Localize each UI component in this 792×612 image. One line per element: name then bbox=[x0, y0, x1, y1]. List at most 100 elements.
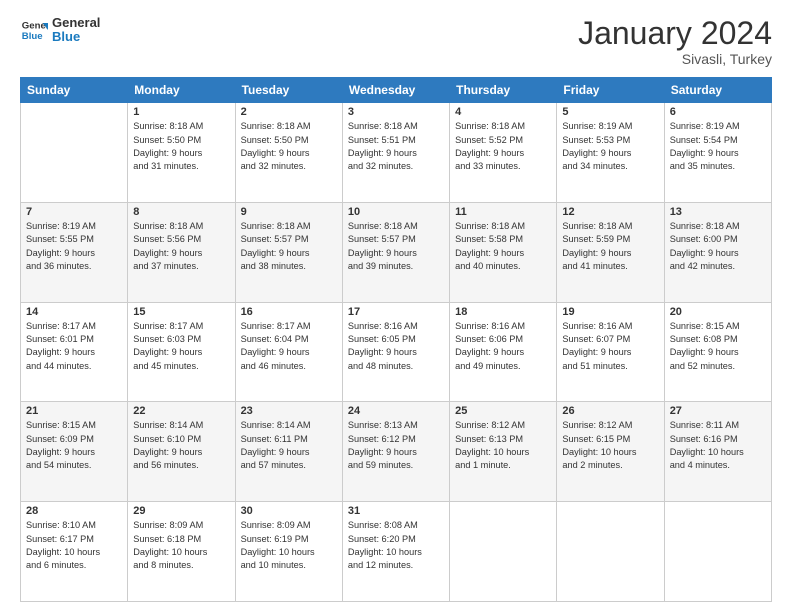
location: Sivasli, Turkey bbox=[578, 51, 772, 67]
day-info: Sunrise: 8:19 AMSunset: 5:53 PMDaylight:… bbox=[562, 120, 658, 173]
calendar-cell: 4Sunrise: 8:18 AMSunset: 5:52 PMDaylight… bbox=[450, 103, 557, 203]
calendar-cell: 5 Sunrise: 8:19 AMSunset: 5:53 PMDaylight… bbox=[557, 103, 664, 203]
day-number: 3 bbox=[348, 106, 444, 118]
day-info: Sunrise: 8:18 AMSunset: 5:51 PMDaylight:… bbox=[348, 120, 444, 173]
day-info: Sunrise: 8:14 AMSunset: 6:10 PMDaylight:… bbox=[133, 419, 229, 472]
day-number: 27 bbox=[670, 405, 766, 417]
day-info: Sunrise: 8:18 AMSunset: 5:58 PMDaylight:… bbox=[455, 220, 551, 273]
calendar-cell bbox=[557, 502, 664, 602]
calendar-cell: 29Sunrise: 8:09 AMSunset: 6:18 PMDayligh… bbox=[128, 502, 235, 602]
day-number: 30 bbox=[241, 505, 337, 517]
day-number: 22 bbox=[133, 405, 229, 417]
svg-text:Blue: Blue bbox=[22, 31, 43, 42]
day-info: Sunrise: 8:08 AMSunset: 6:20 PMDaylight:… bbox=[348, 519, 444, 572]
day-info: Sunrise: 8:15 AMSunset: 6:08 PMDaylight:… bbox=[670, 320, 766, 373]
calendar-cell: 28 Sunrise: 8:10 AMSunset: 6:17 PMDayligh… bbox=[21, 502, 128, 602]
day-number: 19 bbox=[562, 306, 658, 318]
day-info: Sunrise: 8:19 AMSunset: 5:55 PMDaylight:… bbox=[26, 220, 122, 273]
calendar-cell: 1Sunrise: 8:18 AMSunset: 5:50 PMDaylight… bbox=[128, 103, 235, 203]
day-info: Sunrise: 8:16 AMSunset: 6:06 PMDaylight:… bbox=[455, 320, 551, 373]
day-info: Sunrise: 8:18 AMSunset: 5:52 PMDaylight:… bbox=[455, 120, 551, 173]
day-info: Sunrise: 8:10 AMSunset: 6:17 PMDaylight:… bbox=[26, 519, 122, 572]
calendar-cell: 2 Sunrise: 8:18 AMSunset: 5:50 PMDaylight… bbox=[235, 103, 342, 203]
calendar-cell: 20Sunrise: 8:15 AMSunset: 6:08 PMDayligh… bbox=[664, 302, 771, 402]
calendar-cell: 3 Sunrise: 8:18 AMSunset: 5:51 PMDaylight… bbox=[342, 103, 449, 203]
day-info: Sunrise: 8:16 AMSunset: 6:07 PMDaylight:… bbox=[562, 320, 658, 373]
logo-line1: General bbox=[52, 16, 100, 30]
header-day: Saturday bbox=[664, 78, 771, 103]
day-number: 24 bbox=[348, 405, 444, 417]
logo: General Blue General Blue bbox=[20, 16, 100, 45]
calendar-cell: 10 Sunrise: 8:18 AMSunset: 5:57 PMDayligh… bbox=[342, 202, 449, 302]
header-day: Tuesday bbox=[235, 78, 342, 103]
calendar-cell: 16Sunrise: 8:17 AMSunset: 6:04 PMDayligh… bbox=[235, 302, 342, 402]
day-info: Sunrise: 8:09 AMSunset: 6:18 PMDaylight:… bbox=[133, 519, 229, 572]
title-block: January 2024 Sivasli, Turkey bbox=[578, 16, 772, 67]
day-number: 21 bbox=[26, 405, 122, 417]
day-info: Sunrise: 8:18 AMSunset: 5:50 PMDaylight:… bbox=[241, 120, 337, 173]
calendar-cell bbox=[21, 103, 128, 203]
header-day: Sunday bbox=[21, 78, 128, 103]
day-info: Sunrise: 8:12 AMSunset: 6:13 PMDaylight:… bbox=[455, 419, 551, 472]
calendar-cell: 11 Sunrise: 8:18 AMSunset: 5:58 PMDayligh… bbox=[450, 202, 557, 302]
calendar-cell: 30 Sunrise: 8:09 AMSunset: 6:19 PMDayligh… bbox=[235, 502, 342, 602]
calendar-cell: 31 Sunrise: 8:08 AMSunset: 6:20 PMDayligh… bbox=[342, 502, 449, 602]
calendar-cell: 27 Sunrise: 8:11 AMSunset: 6:16 PMDayligh… bbox=[664, 402, 771, 502]
calendar-cell: 15Sunrise: 8:17 AMSunset: 6:03 PMDayligh… bbox=[128, 302, 235, 402]
day-number: 17 bbox=[348, 306, 444, 318]
calendar-cell: 9 Sunrise: 8:18 AMSunset: 5:57 PMDaylight… bbox=[235, 202, 342, 302]
day-number: 16 bbox=[241, 306, 337, 318]
day-number: 7 bbox=[26, 206, 122, 218]
day-number: 11 bbox=[455, 206, 551, 218]
day-info: Sunrise: 8:12 AMSunset: 6:15 PMDaylight:… bbox=[562, 419, 658, 472]
day-info: Sunrise: 8:17 AMSunset: 6:01 PMDaylight:… bbox=[26, 320, 122, 373]
day-number: 6 bbox=[670, 106, 766, 118]
day-info: Sunrise: 8:19 AMSunset: 5:54 PMDaylight:… bbox=[670, 120, 766, 173]
day-info: Sunrise: 8:09 AMSunset: 6:19 PMDaylight:… bbox=[241, 519, 337, 572]
calendar-cell: 14Sunrise: 8:17 AMSunset: 6:01 PMDayligh… bbox=[21, 302, 128, 402]
calendar-cell: 12 Sunrise: 8:18 AMSunset: 5:59 PMDayligh… bbox=[557, 202, 664, 302]
day-number: 12 bbox=[562, 206, 658, 218]
month-title: January 2024 bbox=[578, 16, 772, 51]
day-number: 5 bbox=[562, 106, 658, 118]
day-info: Sunrise: 8:18 AMSunset: 6:00 PMDaylight:… bbox=[670, 220, 766, 273]
calendar-cell bbox=[664, 502, 771, 602]
day-number: 28 bbox=[26, 505, 122, 517]
header-day: Thursday bbox=[450, 78, 557, 103]
day-number: 26 bbox=[562, 405, 658, 417]
day-info: Sunrise: 8:11 AMSunset: 6:16 PMDaylight:… bbox=[670, 419, 766, 472]
day-info: Sunrise: 8:18 AMSunset: 5:57 PMDaylight:… bbox=[241, 220, 337, 273]
day-number: 13 bbox=[670, 206, 766, 218]
calendar-cell bbox=[450, 502, 557, 602]
calendar-cell: 26 Sunrise: 8:12 AMSunset: 6:15 PMDayligh… bbox=[557, 402, 664, 502]
calendar-cell: 23 Sunrise: 8:14 AMSunset: 6:11 PMDayligh… bbox=[235, 402, 342, 502]
calendar-cell: 7 Sunrise: 8:19 AMSunset: 5:55 PMDaylight… bbox=[21, 202, 128, 302]
header-day: Friday bbox=[557, 78, 664, 103]
day-number: 2 bbox=[241, 106, 337, 118]
calendar-cell: 19 Sunrise: 8:16 AMSunset: 6:07 PMDayligh… bbox=[557, 302, 664, 402]
calendar-cell: 21 Sunrise: 8:15 AMSunset: 6:09 PMDayligh… bbox=[21, 402, 128, 502]
calendar-cell: 6 Sunrise: 8:19 AMSunset: 5:54 PMDaylight… bbox=[664, 103, 771, 203]
calendar-cell: 17 Sunrise: 8:16 AMSunset: 6:05 PMDayligh… bbox=[342, 302, 449, 402]
day-info: Sunrise: 8:14 AMSunset: 6:11 PMDaylight:… bbox=[241, 419, 337, 472]
calendar-cell: 8Sunrise: 8:18 AMSunset: 5:56 PMDaylight… bbox=[128, 202, 235, 302]
calendar-cell: 18Sunrise: 8:16 AMSunset: 6:06 PMDayligh… bbox=[450, 302, 557, 402]
day-number: 9 bbox=[241, 206, 337, 218]
day-info: Sunrise: 8:15 AMSunset: 6:09 PMDaylight:… bbox=[26, 419, 122, 472]
calendar-cell: 13 Sunrise: 8:18 AMSunset: 6:00 PMDayligh… bbox=[664, 202, 771, 302]
calendar-cell: 24 Sunrise: 8:13 AMSunset: 6:12 PMDayligh… bbox=[342, 402, 449, 502]
day-info: Sunrise: 8:16 AMSunset: 6:05 PMDaylight:… bbox=[348, 320, 444, 373]
day-info: Sunrise: 8:18 AMSunset: 5:57 PMDaylight:… bbox=[348, 220, 444, 273]
day-number: 10 bbox=[348, 206, 444, 218]
header-day: Wednesday bbox=[342, 78, 449, 103]
day-info: Sunrise: 8:18 AMSunset: 5:59 PMDaylight:… bbox=[562, 220, 658, 273]
calendar-table: SundayMondayTuesdayWednesdayThursdayFrid… bbox=[20, 77, 772, 602]
logo-line2: Blue bbox=[52, 30, 100, 44]
calendar-cell: 25Sunrise: 8:12 AMSunset: 6:13 PMDayligh… bbox=[450, 402, 557, 502]
day-info: Sunrise: 8:13 AMSunset: 6:12 PMDaylight:… bbox=[348, 419, 444, 472]
day-info: Sunrise: 8:18 AMSunset: 5:56 PMDaylight:… bbox=[133, 220, 229, 273]
day-number: 23 bbox=[241, 405, 337, 417]
calendar-cell: 22 Sunrise: 8:14 AMSunset: 6:10 PMDayligh… bbox=[128, 402, 235, 502]
day-number: 31 bbox=[348, 505, 444, 517]
header-day: Monday bbox=[128, 78, 235, 103]
